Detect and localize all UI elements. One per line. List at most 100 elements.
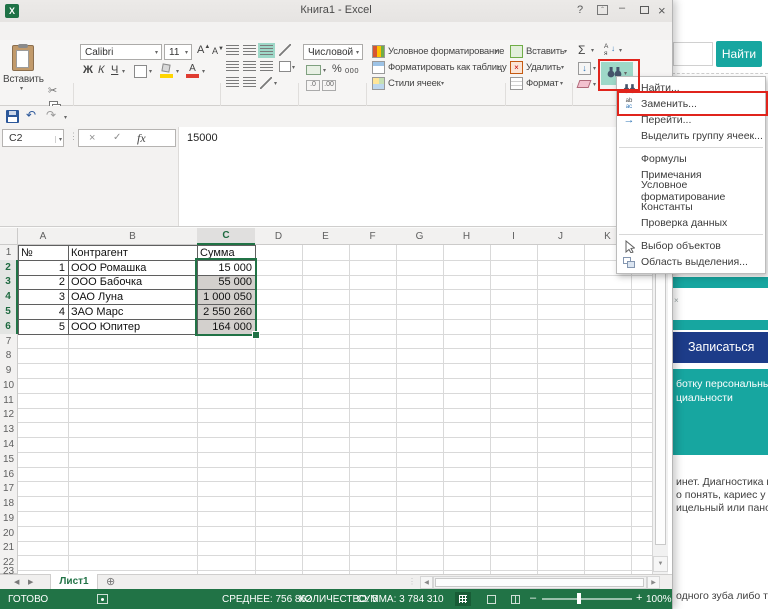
column-header-F[interactable]: F bbox=[349, 228, 397, 245]
zoom-level[interactable]: 100% bbox=[646, 594, 672, 605]
cell-B1[interactable]: Контрагент bbox=[68, 245, 198, 261]
menu-item-find[interactable]: Найти... bbox=[617, 80, 765, 96]
gridline bbox=[18, 511, 652, 512]
row-header-4[interactable]: 4 bbox=[0, 289, 18, 305]
cell-A1[interactable]: № bbox=[18, 245, 69, 261]
gridline bbox=[396, 245, 397, 574]
cell-C2[interactable]: 15 000 bbox=[197, 260, 256, 276]
scroll-down-icon[interactable]: ▼ bbox=[653, 556, 668, 572]
hscroll-right-icon[interactable]: ▶ bbox=[647, 576, 660, 589]
gridline bbox=[18, 496, 652, 497]
column-header-D[interactable]: D bbox=[255, 228, 303, 245]
row-header-21[interactable]: 21 bbox=[0, 541, 18, 557]
webpage-find-button[interactable]: Найти bbox=[716, 41, 762, 67]
row-header-5[interactable]: 5 bbox=[0, 304, 18, 320]
fill-handle[interactable] bbox=[252, 331, 260, 339]
menu-item-conditional-formatting[interactable]: Условное форматирование bbox=[617, 183, 765, 199]
worksheet-grid: ABCDEFGHIJK12345678910111213141516171819… bbox=[0, 0, 672, 609]
cell-B5[interactable]: ЗАО Марс bbox=[68, 304, 198, 320]
column-header-C[interactable]: C bbox=[197, 228, 256, 245]
cell-A6[interactable]: 5 bbox=[18, 319, 69, 335]
column-header-B[interactable]: B bbox=[68, 228, 198, 245]
row-header-3[interactable]: 3 bbox=[0, 275, 18, 291]
search-input[interactable] bbox=[673, 42, 713, 66]
menu-item-goto[interactable]: → Перейти... bbox=[617, 112, 765, 128]
row-header-9[interactable]: 9 bbox=[0, 363, 18, 379]
paragraph-line-1: инет. Диагностика н bbox=[676, 476, 768, 488]
tab-splitter-icon[interactable]: ⋮ bbox=[408, 577, 416, 586]
column-header-E[interactable]: E bbox=[302, 228, 350, 245]
webpage-teal-band bbox=[672, 320, 768, 330]
cell-C1[interactable]: Сумма bbox=[197, 245, 256, 261]
vertical-scrollbar[interactable]: ▲ ▼ bbox=[652, 228, 668, 574]
menu-item-label: Перейти... bbox=[641, 114, 691, 126]
find-select-menu: Найти... abac Заменить... → Перейти... В… bbox=[616, 76, 766, 274]
zoom-slider-track[interactable] bbox=[542, 598, 632, 600]
zoom-out-icon[interactable]: – bbox=[530, 592, 536, 604]
cell-A3[interactable]: 2 bbox=[18, 275, 69, 291]
column-header-H[interactable]: H bbox=[443, 228, 491, 245]
cell-A4[interactable]: 3 bbox=[18, 289, 69, 305]
cell-C6[interactable]: 164 000 bbox=[197, 319, 256, 335]
menu-item-formulas[interactable]: Формулы bbox=[617, 151, 765, 167]
row-header-10[interactable]: 10 bbox=[0, 378, 18, 394]
cell-C3[interactable]: 55 000 bbox=[197, 275, 256, 291]
cell-B2[interactable]: ООО Ромашка bbox=[68, 260, 198, 276]
cell-B4[interactable]: ОАО Луна bbox=[68, 289, 198, 305]
webpage-close-mark[interactable]: × bbox=[674, 296, 679, 305]
row-header-19[interactable]: 19 bbox=[0, 511, 18, 527]
view-normal-icon[interactable] bbox=[455, 592, 471, 606]
new-sheet-icon[interactable]: ⊕ bbox=[106, 575, 115, 588]
menu-item-label: Область выделения... bbox=[641, 256, 748, 268]
webpage-bottom-line: одного зуба либо т bbox=[676, 590, 768, 602]
row-header-13[interactable]: 13 bbox=[0, 422, 18, 438]
row-header-2[interactable]: 2 bbox=[0, 260, 18, 276]
cell-C5[interactable]: 2 550 260 bbox=[197, 304, 256, 320]
row-header-8[interactable]: 8 bbox=[0, 348, 18, 364]
row-header-17[interactable]: 17 bbox=[0, 481, 18, 497]
select-all-corner[interactable] bbox=[0, 228, 18, 245]
row-header-14[interactable]: 14 bbox=[0, 437, 18, 453]
menu-item-replace[interactable]: abac Заменить... bbox=[617, 96, 765, 112]
row-header-6[interactable]: 6 bbox=[0, 319, 18, 335]
horizontal-scrollbar[interactable] bbox=[433, 576, 647, 589]
row-header-12[interactable]: 12 bbox=[0, 408, 18, 424]
menu-item-select-objects[interactable]: Выбор объектов bbox=[617, 238, 765, 254]
sheet-nav-next-icon[interactable]: ▶ bbox=[28, 578, 33, 586]
row-header-18[interactable]: 18 bbox=[0, 496, 18, 512]
sheet-tab[interactable]: Лист1 bbox=[50, 574, 98, 589]
view-page-break-icon[interactable] bbox=[507, 592, 523, 606]
gridline bbox=[537, 245, 538, 574]
gridline bbox=[18, 526, 652, 527]
zoom-in-icon[interactable]: + bbox=[636, 592, 642, 604]
row-header-20[interactable]: 20 bbox=[0, 526, 18, 542]
gridline bbox=[349, 245, 350, 574]
column-header-J[interactable]: J bbox=[537, 228, 585, 245]
cell-A5[interactable]: 4 bbox=[18, 304, 69, 320]
cell-A2[interactable]: 1 bbox=[18, 260, 69, 276]
excel-window: X Книга1 - Excel ? ⌃ – × ФАЙЛ ГЛАВНАЯ ВС… bbox=[0, 0, 673, 609]
cell-C4[interactable]: 1 000 050 bbox=[197, 289, 256, 305]
column-header-G[interactable]: G bbox=[396, 228, 444, 245]
menu-item-selection-pane[interactable]: Область выделения... bbox=[617, 254, 765, 270]
cell-B3[interactable]: ООО Бабочка bbox=[68, 275, 198, 291]
zoom-slider-thumb[interactable] bbox=[577, 593, 581, 604]
row-header-7[interactable]: 7 bbox=[0, 334, 18, 350]
macro-record-icon[interactable] bbox=[97, 594, 108, 604]
cell-B6[interactable]: ООО Юпитер bbox=[68, 319, 198, 335]
horizontal-scroll-thumb[interactable] bbox=[435, 578, 644, 587]
sheet-nav-prev-icon[interactable]: ◀ bbox=[14, 578, 19, 586]
row-header-1[interactable]: 1 bbox=[0, 245, 18, 261]
row-header-16[interactable]: 16 bbox=[0, 467, 18, 483]
sheet-tab-bar: ◀ ▶ Лист1 ⊕ ⋮ ◀ ▶ bbox=[0, 574, 672, 589]
column-header-A[interactable]: A bbox=[18, 228, 69, 245]
signup-button[interactable]: Записаться bbox=[672, 332, 768, 363]
menu-item-data-validation[interactable]: Проверка данных bbox=[617, 215, 765, 231]
menu-item-goto-special[interactable]: Выделить группу ячеек... bbox=[617, 128, 765, 144]
column-header-I[interactable]: I bbox=[490, 228, 538, 245]
vertical-scroll-thumb[interactable] bbox=[655, 245, 666, 545]
row-header-11[interactable]: 11 bbox=[0, 393, 18, 409]
view-page-layout-icon[interactable] bbox=[483, 592, 499, 606]
row-header-15[interactable]: 15 bbox=[0, 452, 18, 468]
hscroll-left-icon[interactable]: ◀ bbox=[420, 576, 433, 589]
